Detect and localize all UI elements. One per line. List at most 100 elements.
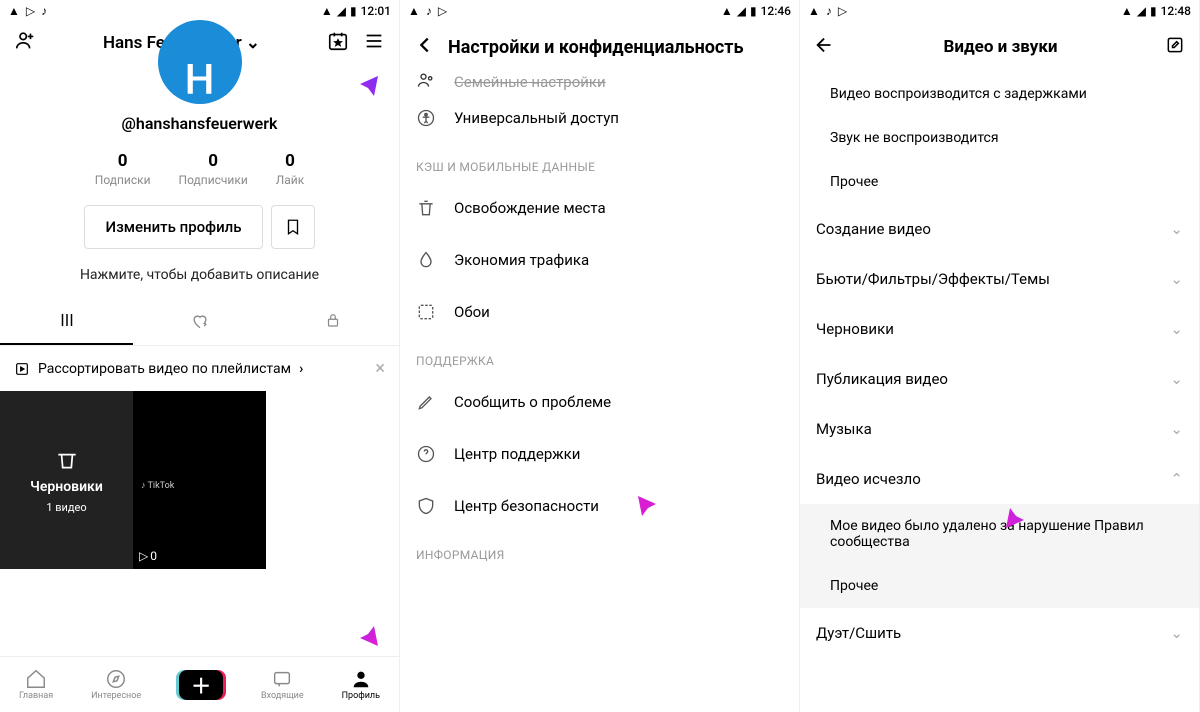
tab-private[interactable] — [266, 301, 399, 345]
video-sounds-screen: ▲ ♪ ▷ ▲ ◢ ▮ 12:48 Видео и звуки Видео воспрои… — [800, 0, 1200, 712]
play-store-icon: ▷ — [438, 4, 447, 18]
chevron-down-icon: ⌄ — [1170, 420, 1183, 438]
chevron-down-icon: ⌄ — [1170, 624, 1183, 642]
family-icon — [416, 72, 436, 92]
menu-publish-video[interactable]: Публикация видео⌄ — [800, 354, 1199, 404]
sub-other-2[interactable]: Прочее — [800, 564, 1199, 608]
sub-other-1[interactable]: Прочее — [800, 160, 1199, 204]
tab-liked[interactable] — [133, 301, 266, 345]
close-icon[interactable]: × — [375, 358, 385, 379]
chevron-down-icon: ⌄ — [1170, 220, 1183, 238]
wallpaper-icon — [416, 302, 436, 322]
chevron-down-icon: ⌄ — [1170, 320, 1183, 338]
drafts-tile[interactable]: Черновики 1 видео — [0, 391, 133, 569]
nav-profile[interactable]: Профиль — [342, 668, 380, 701]
stat-following[interactable]: 0Подписки — [95, 151, 151, 187]
wifi-icon: ▲ — [321, 4, 333, 18]
bottom-nav: Главная Интересное ＋ Входящие Профиль — [0, 656, 399, 712]
signal-icon: ◢ — [337, 4, 346, 18]
status-bar: ▲ ▷ ♪ ▲ ◢ ▮ 12:01 — [0, 0, 399, 22]
avatar[interactable]: H — [158, 20, 242, 104]
setting-family[interactable]: Семейные настройки — [400, 72, 799, 92]
add-user-icon[interactable] — [14, 30, 36, 56]
annotation-arrow-profile — [330, 596, 386, 652]
pencil-icon — [416, 392, 436, 412]
signal-icon: ◢ — [1137, 4, 1146, 18]
bookmark-button[interactable] — [271, 205, 315, 249]
tiktok-status-icon: ♪ — [41, 4, 47, 18]
annotation-arrow-report — [630, 490, 686, 546]
nav-create[interactable]: ＋ — [179, 670, 223, 700]
setting-report-problem[interactable]: Сообщить о проблеме — [400, 376, 799, 428]
warning-icon: ▲ — [808, 4, 820, 18]
hamburger-menu-icon[interactable] — [363, 30, 385, 56]
setting-accessibility[interactable]: Универсальный доступ — [400, 92, 799, 144]
sub-video-delay[interactable]: Видео воспроизводится с задержками — [800, 72, 1199, 116]
signal-icon: ◢ — [737, 4, 746, 18]
nav-discover[interactable]: Интересное — [91, 668, 141, 701]
setting-safety-center[interactable]: Центр безопасности — [400, 480, 799, 532]
back-icon[interactable] — [814, 34, 836, 60]
nav-home[interactable]: Главная — [19, 668, 53, 701]
accessibility-icon — [416, 108, 436, 128]
back-icon[interactable] — [414, 34, 436, 60]
profile-tabs — [0, 301, 399, 346]
video-header: Видео и звуки — [800, 22, 1199, 72]
clock-text: 12:46 — [761, 4, 791, 18]
section-support: ПОДДЕРЖКА — [400, 338, 799, 376]
video-tile[interactable]: ♪ TikTok ▷0 — [133, 391, 266, 569]
video-grid: Черновики 1 видео ♪ TikTok ▷0 — [0, 391, 399, 569]
bio-hint[interactable]: Нажмите, чтобы добавить описание — [0, 267, 399, 283]
profile-screen: ▲ ▷ ♪ ▲ ◢ ▮ 12:01 Hans Feuerwerker ⌄ — [0, 0, 400, 712]
wifi-icon: ▲ — [1121, 4, 1133, 18]
nav-inbox[interactable]: Входящие — [261, 668, 304, 701]
sub-no-sound[interactable]: Звук не воспроизводится — [800, 116, 1199, 160]
stat-likes[interactable]: 0Лайк — [276, 151, 304, 187]
menu-music[interactable]: Музыка⌄ — [800, 404, 1199, 454]
settings-header: Настройки и конфиденциальность — [400, 22, 799, 72]
play-store-icon: ▷ — [26, 4, 35, 18]
chevron-down-icon: ⌄ — [1170, 370, 1183, 388]
menu-duet-stitch[interactable]: Дуэт/Сшить⌄ — [800, 608, 1199, 658]
chevron-down-icon: ⌄ — [246, 33, 260, 53]
status-bar: ▲ ♪ ▷ ▲ ◢ ▮ 12:48 — [800, 0, 1199, 22]
sort-playlist-row[interactable]: Рассортировать видео по плейлистам › × — [0, 346, 399, 391]
chevron-down-icon: ⌄ — [1170, 270, 1183, 288]
tiktok-status-icon: ♪ — [826, 4, 832, 18]
edit-icon[interactable] — [1165, 35, 1185, 59]
page-title: Настройки и конфиденциальность — [448, 37, 785, 58]
clock-text: 12:01 — [361, 4, 391, 18]
battery-icon: ▮ — [1150, 4, 1157, 18]
setting-data-saver[interactable]: Экономия трафика — [400, 234, 799, 286]
battery-icon: ▮ — [750, 4, 757, 18]
annotation-arrow-menu — [330, 70, 386, 126]
warning-icon: ▲ — [408, 4, 420, 18]
section-cache: КЭШ И МОБИЛЬНЫЕ ДАННЫЕ — [400, 144, 799, 182]
stats-row: 0Подписки 0Подписчики 0Лайк — [0, 151, 399, 187]
settings-screen: ▲ ♪ ▷ ▲ ◢ ▮ 12:46 Настройки и конфиденциально… — [400, 0, 800, 712]
stat-followers[interactable]: 0Подписчики — [179, 151, 248, 187]
tiktok-logo-small: ♪ — [141, 481, 146, 491]
status-bar: ▲ ♪ ▷ ▲ ◢ ▮ 12:46 — [400, 0, 799, 22]
clock-text: 12:48 — [1161, 4, 1191, 18]
play-icon: ▷ — [139, 549, 148, 563]
wifi-icon: ▲ — [721, 4, 733, 18]
menu-beauty-filters[interactable]: Бьюти/Фильтры/Эффекты/Темы⌄ — [800, 254, 1199, 304]
menu-drafts[interactable]: Черновики⌄ — [800, 304, 1199, 354]
page-title: Видео и звуки — [836, 37, 1165, 57]
drop-icon — [416, 250, 436, 270]
setting-help-center[interactable]: Центр поддержки — [400, 428, 799, 480]
setting-wallpaper[interactable]: Обои — [400, 286, 799, 338]
annotation-arrow-disappeared — [1000, 480, 1056, 536]
tab-grid[interactable] — [0, 301, 133, 345]
help-icon — [416, 444, 436, 464]
battery-icon: ▮ — [350, 4, 357, 18]
chevron-up-icon: ⌃ — [1170, 470, 1183, 488]
calendar-star-icon[interactable] — [327, 30, 349, 56]
menu-create-video[interactable]: Создание видео⌄ — [800, 204, 1199, 254]
tiktok-status-icon: ♪ — [426, 4, 432, 18]
trash-icon — [416, 198, 436, 218]
edit-profile-button[interactable]: Изменить профиль — [84, 205, 262, 249]
setting-free-space[interactable]: Освобождение места — [400, 182, 799, 234]
play-store-icon: ▷ — [838, 4, 847, 18]
